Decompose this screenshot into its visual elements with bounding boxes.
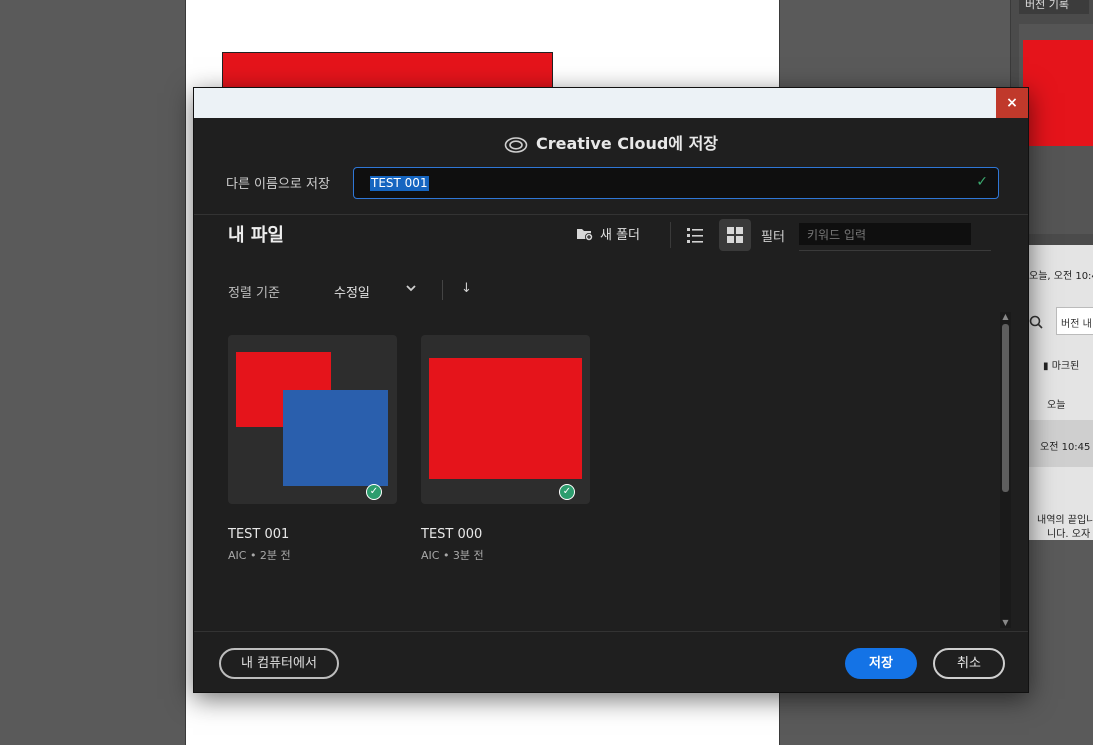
new-folder-label: 새 폴더 [600,228,641,243]
filter-underline [799,250,991,251]
valid-check-icon: ✓ [976,174,988,190]
file-list-scrollbar[interactable]: ▲ ▼ [1000,312,1011,628]
file-meta-label: AIC • 2분 전 [228,549,291,562]
scroll-thumb[interactable] [1002,324,1009,492]
list-view-icon[interactable] [683,224,707,246]
file-thumbnail-red-shape [429,358,582,479]
filter-input[interactable]: 키워드 입력 [799,223,971,245]
sort-direction-button[interactable]: ↓ [461,281,472,296]
history-search-input[interactable]: 버전 내 [1056,307,1093,335]
header-divider [194,214,1028,215]
history-marked-label: 마크된 [1051,361,1080,372]
search-icon [1029,315,1043,329]
toolbar-divider [670,222,671,248]
scroll-up-icon[interactable]: ▲ [1000,312,1011,322]
dialog-title-text: Creative Cloud에 저장 [535,134,719,153]
history-marked-row[interactable]: ▮ 마크된 [1043,357,1093,372]
sort-dropdown[interactable]: 수정일 [334,282,370,301]
history-selected-item[interactable]: 오전 10:45 [1029,420,1093,467]
file-meta-label: AIC • 3분 전 [421,549,484,562]
dialog-titlebar[interactable]: × [194,88,1028,118]
sort-label: 정렬 기준 [228,286,280,301]
grid-view-button[interactable] [719,219,751,251]
sort-divider [442,280,443,300]
save-as-label: 다른 이름으로 저장 [226,177,330,192]
history-panel-tab[interactable]: 버전 기록 [1019,0,1089,14]
history-footer-text-2: 니다. 오자 [1047,529,1091,540]
scroll-down-icon[interactable]: ▼ [1000,618,1011,628]
grid-view-icon [727,227,743,243]
dialog-title: Creative Cloud에 저장 [194,130,1028,154]
close-button[interactable]: × [996,88,1028,118]
save-dialog: × Creative Cloud에 저장 다른 이름으로 저장 TEST 001… [193,87,1029,693]
filter-label: 필터 [761,230,785,245]
new-folder-icon [577,229,593,241]
history-selected-time: 오전 10:45 [1040,442,1091,453]
file-card-test-000[interactable]: ✓ [421,335,590,504]
history-footer-text: 내역의 끝입니 [1037,515,1093,526]
synced-check-icon: ✓ [559,484,575,500]
file-name-input[interactable]: TEST 001 ✓ [353,167,999,199]
on-my-computer-button[interactable]: 내 컴퓨터에서 [219,648,339,679]
file-name-label: TEST 001 [228,527,290,542]
history-today-row[interactable]: 오늘 [1047,396,1093,411]
section-title: 내 파일 [228,225,284,246]
new-folder-button[interactable]: 새 폴더 [576,224,640,243]
file-card-test-001[interactable]: ✓ [228,335,397,504]
file-thumbnail-blue-shape [283,390,388,486]
synced-check-icon: ✓ [366,484,382,500]
save-button[interactable]: 저장 [845,648,917,679]
chevron-down-icon[interactable] [405,283,417,293]
file-name-label: TEST 000 [421,527,483,542]
history-date-row: 오늘, 오전 10:45 [1029,271,1093,282]
history-list: 오늘, 오전 10:45 버전 내 ▮ 마크된 오늘 오전 10:45 내역의 … [1029,245,1093,540]
cancel-button[interactable]: 취소 [933,648,1005,679]
footer-divider [194,631,1028,632]
creative-cloud-icon [504,136,528,153]
history-preview-thumbnail [1023,40,1093,146]
file-name-selected-text: TEST 001 [370,176,429,191]
